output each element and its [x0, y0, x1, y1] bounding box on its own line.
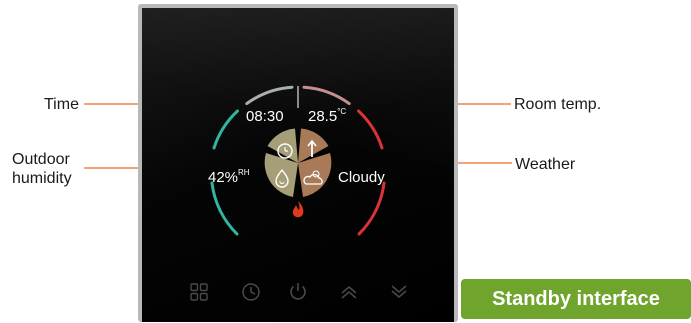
- dial-arc-left-upper: [212, 109, 239, 150]
- flame-icon: [292, 201, 304, 218]
- power-icon[interactable]: [287, 280, 309, 302]
- dial-arc-top-left: [245, 85, 294, 106]
- weather-display: Cloudy: [338, 169, 385, 186]
- dial-arc-right-lower: [357, 181, 386, 236]
- callout-outdoor-humidity: Outdoor humidity: [12, 150, 72, 188]
- callout-outdoor-humidity-line1: Outdoor: [12, 151, 70, 168]
- standby-interface-badge: Standby interface: [461, 279, 691, 319]
- callout-room-temp: Room temp.: [514, 96, 602, 113]
- chevron-up-icon[interactable]: [338, 281, 360, 303]
- callout-time: Time: [44, 96, 79, 113]
- grid-menu-icon[interactable]: [188, 281, 210, 303]
- chevron-down-icon[interactable]: [388, 281, 410, 303]
- clock-button-icon[interactable]: [240, 281, 262, 303]
- dial-arc-top-right: [302, 85, 351, 106]
- humidity-value: 42%: [208, 169, 239, 186]
- humidity-display: 42%RH: [208, 168, 250, 186]
- dial-arc-left-lower: [210, 181, 239, 236]
- center-sectors: [264, 128, 332, 197]
- humidity-unit: RH: [238, 168, 250, 177]
- callout-weather: Weather: [515, 156, 576, 173]
- room-temp-unit: °C: [337, 107, 347, 116]
- room-temp-value: 28.5: [308, 108, 338, 125]
- thermostat-device: 08:30 28.5°C 42%RH Cloudy: [138, 4, 458, 322]
- time-display: 08:30: [246, 108, 284, 125]
- touch-screen: 08:30 28.5°C 42%RH Cloudy: [142, 8, 454, 322]
- callout-outdoor-humidity-line2: humidity: [12, 170, 72, 187]
- room-temp-display: 28.5°C: [308, 107, 347, 125]
- dial-ring: [210, 85, 386, 236]
- dial-arc-right-upper: [357, 109, 384, 150]
